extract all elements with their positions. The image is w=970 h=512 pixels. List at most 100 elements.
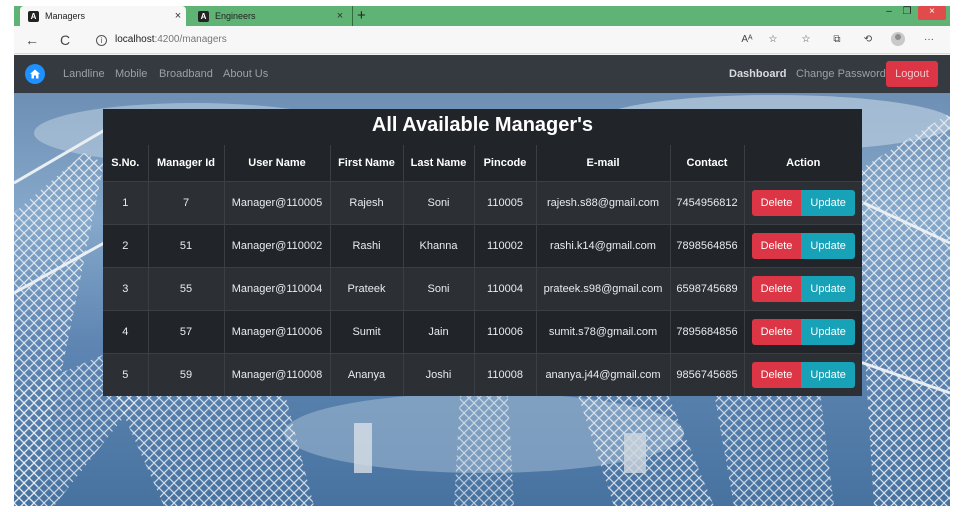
back-button[interactable]: ← xyxy=(23,32,41,48)
delete-button[interactable]: Delete xyxy=(751,361,802,388)
browser-window: A Managers × A Engineers × + – ❐ × ← C i… xyxy=(14,6,950,506)
cell-sno: 1 xyxy=(103,180,149,224)
nav-change-password[interactable]: Change Password xyxy=(796,55,886,93)
history-icon[interactable]: ⟲ xyxy=(859,33,877,47)
url-path: :4200/managers xyxy=(154,34,227,45)
cell-manager-id: 55 xyxy=(148,266,225,310)
cell-contact: 7454956812 xyxy=(670,180,745,224)
cell-manager-id: 7 xyxy=(148,180,225,224)
read-aloud-icon[interactable]: Aᴬ xyxy=(738,33,756,47)
tab-managers[interactable]: A Managers × xyxy=(20,6,186,26)
cell-last-name: Soni xyxy=(403,180,475,224)
angular-icon: A xyxy=(198,10,209,22)
cell-last-name: Khanna xyxy=(403,223,475,267)
favorite-add-icon[interactable]: ☆ xyxy=(764,33,782,47)
column-header: First Name xyxy=(330,145,404,182)
close-window-button[interactable]: × xyxy=(918,6,946,20)
cell-pincode: 110008 xyxy=(474,352,537,396)
page-title: All Available Manager's xyxy=(103,109,862,141)
cell-first-name: Rashi xyxy=(330,223,404,267)
table-row: 1 7 Manager@110005 Rajesh Soni 110005 ra… xyxy=(103,180,862,224)
column-header: User Name xyxy=(224,145,331,182)
reload-button[interactable]: C xyxy=(56,32,74,48)
cell-sno: 3 xyxy=(103,266,149,310)
table-row: 2 51 Manager@110002 Rashi Khanna 110002 … xyxy=(103,223,862,267)
minimize-button[interactable]: – xyxy=(880,6,898,20)
cell-email: sumit.s78@gmail.com xyxy=(536,309,671,353)
tab-engineers[interactable]: A Engineers × xyxy=(190,6,348,26)
update-button[interactable]: Update xyxy=(801,318,855,345)
cell-pincode: 110006 xyxy=(474,309,537,353)
update-button[interactable]: Update xyxy=(801,189,855,216)
table-row: 5 59 Manager@110008 Ananya Joshi 110008 … xyxy=(103,352,862,396)
cell-user-name: Manager@110004 xyxy=(224,266,331,310)
cell-sno: 5 xyxy=(103,352,149,396)
delete-button[interactable]: Delete xyxy=(751,189,802,216)
nav-landline[interactable]: Landline xyxy=(63,55,105,93)
cell-first-name: Ananya xyxy=(330,352,404,396)
close-tab-icon[interactable]: × xyxy=(170,10,186,22)
cell-first-name: Sumit xyxy=(330,309,404,353)
cell-user-name: Manager@110002 xyxy=(224,223,331,267)
nav-about-us[interactable]: About Us xyxy=(223,55,268,93)
cell-email: rashi.k14@gmail.com xyxy=(536,223,671,267)
close-tab-icon[interactable]: × xyxy=(332,10,348,22)
cell-user-name: Manager@110005 xyxy=(224,180,331,224)
favorites-icon[interactable]: ☆ xyxy=(797,33,815,47)
cell-first-name: Prateek xyxy=(330,266,404,310)
profile-icon[interactable] xyxy=(891,32,905,46)
cell-contact: 7895684856 xyxy=(670,309,745,353)
url-field[interactable]: i localhost:4200/managers xyxy=(86,30,726,50)
cell-email: rajesh.s88@gmail.com xyxy=(536,180,671,224)
collections-icon[interactable]: ⧉ xyxy=(828,33,846,47)
column-header: Action xyxy=(744,145,862,182)
nav-mobile[interactable]: Mobile xyxy=(115,55,147,93)
column-header: S.No. xyxy=(103,145,149,182)
nav-dashboard[interactable]: Dashboard xyxy=(729,55,786,93)
tab-title: Managers xyxy=(45,11,86,21)
url-host: localhost xyxy=(115,34,155,45)
nav-broadband[interactable]: Broadband xyxy=(159,55,213,93)
new-tab-button[interactable]: + xyxy=(352,6,366,26)
column-header: Last Name xyxy=(403,145,475,182)
cell-action: Delete Update xyxy=(744,180,862,224)
more-icon[interactable]: ··· xyxy=(920,33,938,47)
tab-title: Engineers xyxy=(215,11,256,21)
cell-contact: 6598745689 xyxy=(670,266,745,310)
update-button[interactable]: Update xyxy=(801,275,855,302)
hero-background: All Available Manager's S.No. Manager Id… xyxy=(14,93,950,506)
cell-email: ananya.j44@gmail.com xyxy=(536,352,671,396)
cell-action: Delete Update xyxy=(744,309,862,353)
logout-button[interactable]: Logout xyxy=(886,61,938,87)
managers-table: S.No. Manager Id User Name First Name La… xyxy=(103,145,862,396)
column-header: Pincode xyxy=(474,145,537,182)
cell-manager-id: 51 xyxy=(148,223,225,267)
cell-contact: 9856745685 xyxy=(670,352,745,396)
cell-pincode: 110004 xyxy=(474,266,537,310)
cell-action: Delete Update xyxy=(744,223,862,267)
cell-last-name: Soni xyxy=(403,266,475,310)
cell-manager-id: 57 xyxy=(148,309,225,353)
cell-pincode: 110002 xyxy=(474,223,537,267)
table-row: 3 55 Manager@110004 Prateek Soni 110004 … xyxy=(103,266,862,310)
delete-button[interactable]: Delete xyxy=(751,275,802,302)
cell-user-name: Manager@110006 xyxy=(224,309,331,353)
cell-last-name: Jain xyxy=(403,309,475,353)
table-header-row: S.No. Manager Id User Name First Name La… xyxy=(103,145,862,182)
cell-sno: 2 xyxy=(103,223,149,267)
cell-sno: 4 xyxy=(103,309,149,353)
home-logo-icon[interactable] xyxy=(25,64,45,84)
table-row: 4 57 Manager@110006 Sumit Jain 110006 su… xyxy=(103,309,862,353)
update-button[interactable]: Update xyxy=(801,232,855,259)
delete-button[interactable]: Delete xyxy=(751,318,802,345)
cell-contact: 7898564856 xyxy=(670,223,745,267)
info-icon[interactable]: i xyxy=(96,35,107,46)
angular-icon: A xyxy=(28,10,39,22)
cell-last-name: Joshi xyxy=(403,352,475,396)
cell-manager-id: 59 xyxy=(148,352,225,396)
cell-first-name: Rajesh xyxy=(330,180,404,224)
delete-button[interactable]: Delete xyxy=(751,232,802,259)
maximize-button[interactable]: ❐ xyxy=(898,6,916,20)
cell-user-name: Manager@110008 xyxy=(224,352,331,396)
update-button[interactable]: Update xyxy=(801,361,855,388)
